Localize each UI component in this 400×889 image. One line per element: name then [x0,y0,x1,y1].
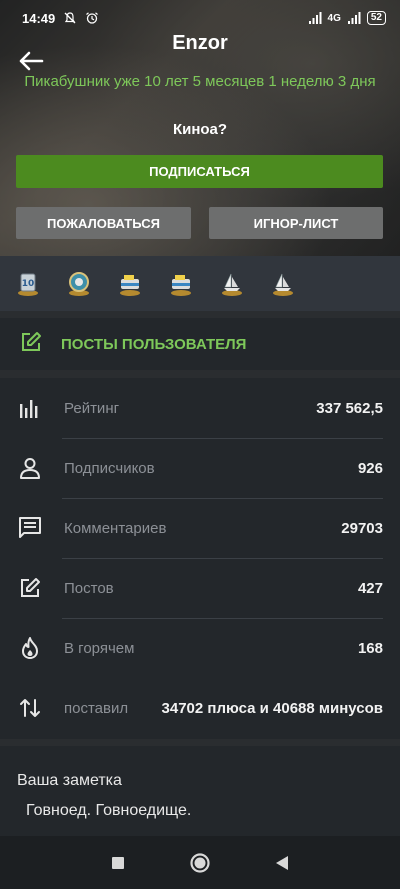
note-text: Говноед. Говноедище. [26,802,192,819]
bar-chart-icon [18,396,42,420]
user-note[interactable]: Ваша заметка Говноед. Говноедище. [0,746,400,836]
signal-icon [308,11,322,25]
stat-name: Рейтинг [64,399,120,417]
report-button[interactable]: ПОЖАЛОВАТЬСЯ [16,207,191,239]
battery-indicator: 52 [366,11,386,25]
stat-rating: Рейтинг 337 562,5 [0,378,400,438]
stat-name: поставил [64,699,129,717]
stat-value: 337 562,5 [316,399,383,417]
user-nickname: Enzor [172,32,228,54]
award-ship-icon[interactable] [271,271,295,297]
award-cake-icon[interactable] [169,271,193,297]
recent-apps-icon[interactable] [109,854,127,872]
user-posts-link[interactable]: ПОСТЫ ПОЛЬЗОВАТЕЛЯ [0,318,400,370]
user-status: Киноа? [172,121,228,138]
stat-name: Постов [64,579,114,597]
stat-name: Подписчиков [64,459,155,477]
stat-name: Комментариев [64,519,167,537]
user-posts-label: ПОСТЫ ПОЛЬЗОВАТЕЛЯ [61,335,247,353]
arrows-updown-icon [18,696,42,720]
stat-value: 926 [357,459,383,477]
stat-hot[interactable]: В горячем 168 [0,618,400,678]
award-ship-icon[interactable] [220,271,244,297]
stat-comments[interactable]: Комментариев 29703 [0,498,400,558]
stat-value: 427 [357,579,383,597]
network-type: 4G [327,12,341,24]
comment-icon [18,516,42,540]
ignore-list-button[interactable]: ИГНОР-ЛИСТ [209,207,383,239]
status-bar: 14:49 4G 52 [0,0,400,36]
stat-value: 34702 плюса и 40688 минусов [161,699,383,717]
system-navigation-bar [0,836,400,889]
stat-posts[interactable]: Постов 427 [0,558,400,618]
subscribe-button[interactable]: ПОДПИСАТЬСЯ [16,155,383,188]
note-title: Ваша заметка [17,772,122,789]
svg-text:10: 10 [22,279,35,289]
home-icon[interactable] [189,852,211,874]
flame-icon [18,636,42,660]
stat-value: 168 [357,639,383,657]
member-since: Пикабушник уже 10 лет 5 месяцев 1 неделю… [24,73,376,90]
award-10-years-icon[interactable]: 10 [16,271,40,297]
alarm-icon [85,11,99,25]
back-icon[interactable] [273,854,291,872]
notifications-off-icon [63,11,77,25]
stat-subscribers[interactable]: Подписчиков 926 [0,438,400,498]
clock: 14:49 [22,10,56,26]
stats-panel: Рейтинг 337 562,5 Подписчиков 926 Коммен… [0,378,400,739]
stat-votes: поставил 34702 плюса и 40688 минусов [0,678,400,738]
edit-icon [18,576,42,600]
signal-icon [347,11,361,25]
awards-row: 10 [0,256,400,311]
award-medal-icon[interactable] [67,271,91,297]
person-icon [18,456,42,480]
edit-icon [19,330,43,359]
stat-name: В горячем [64,639,135,657]
stat-value: 29703 [341,519,383,537]
award-cake-icon[interactable] [118,271,142,297]
